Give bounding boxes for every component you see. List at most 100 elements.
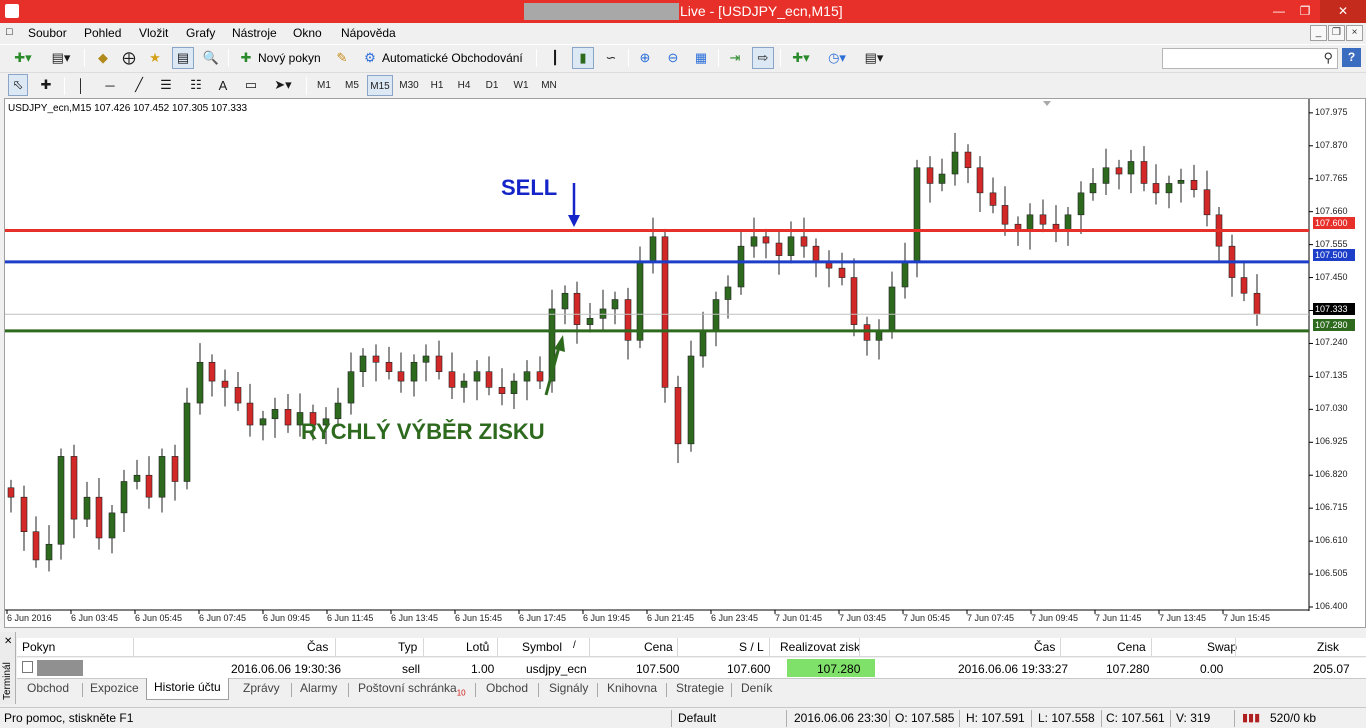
chart-window[interactable]: USDJPY_ecn,M15 107.426 107.452 107.305 1… <box>4 98 1366 628</box>
close-button[interactable]: ✕ <box>1320 0 1366 23</box>
tab-journal[interactable]: Deník <box>741 681 772 695</box>
search-input[interactable]: ⚲ <box>1162 48 1338 69</box>
help-button[interactable]: ? <box>1342 48 1361 67</box>
timeframe-m30[interactable]: M30 <box>396 75 422 96</box>
app-icon <box>5 4 19 18</box>
candle <box>573 292 581 325</box>
bar-chart-icon[interactable]: ┃ <box>544 47 566 69</box>
meta-editor-icon[interactable]: ✎ <box>332 47 352 69</box>
chart-menu-icon[interactable]: □ <box>6 26 13 38</box>
timeframe-w1[interactable]: W1 <box>508 75 534 96</box>
search-icon[interactable]: ⚲ <box>1323 50 1333 66</box>
tab-trade[interactable]: Obchod <box>27 681 69 695</box>
menu-charts[interactable]: Grafy <box>186 26 215 40</box>
tab-signals[interactable]: Signály <box>549 681 588 695</box>
navigator-icon[interactable]: ★ <box>144 47 166 69</box>
x-tick-label: 6 Jun 13:45 <box>391 613 439 623</box>
horizontal-line-icon[interactable]: ─ <box>98 74 122 96</box>
market-watch-icon[interactable]: ◆ <box>92 47 114 69</box>
mdi-close-button[interactable]: × <box>1346 25 1363 41</box>
col-close-time[interactable]: Čas <box>1034 640 1055 654</box>
col-open-time[interactable]: Čas <box>307 640 328 654</box>
tab-news[interactable]: Zprávy <box>243 681 280 695</box>
auto-trading-button[interactable]: Automatické Obchodování <box>382 47 523 69</box>
fibonacci-icon[interactable]: ☷ <box>184 74 208 96</box>
timeframe-mn[interactable]: MN <box>536 75 562 96</box>
new-order-button[interactable]: Nový pokyn <box>258 47 321 69</box>
col-ticket[interactable]: Pokyn <box>22 640 55 654</box>
zoom-in-icon[interactable]: ⊕ <box>634 47 656 69</box>
redacted-ticket <box>37 660 83 676</box>
timeframe-m5[interactable]: M5 <box>340 75 364 96</box>
menu-help[interactable]: Nápověda <box>341 26 396 40</box>
tab-account-history[interactable]: Historie účtu <box>146 678 229 700</box>
menu-file[interactable]: Soubor <box>28 26 67 40</box>
mdi-minimize-button[interactable]: _ <box>1310 25 1327 41</box>
col-lots[interactable]: Lotů <box>466 640 489 654</box>
auto-trading-icon[interactable]: ⚙ <box>360 47 380 69</box>
timeframe-m15[interactable]: M15 <box>367 75 393 96</box>
timeframe-m1[interactable]: M1 <box>312 75 336 96</box>
crosshair-icon[interactable]: ✚ <box>34 74 58 96</box>
candle <box>611 299 619 310</box>
tab-library[interactable]: Knihovna <box>607 681 657 695</box>
timeframe-d1[interactable]: D1 <box>480 75 504 96</box>
strategy-tester-icon[interactable]: 🔍 <box>200 47 222 69</box>
cell-sl: 107.600 <box>727 662 771 676</box>
timeframe-h4[interactable]: H4 <box>452 75 476 96</box>
tab-exposure[interactable]: Expozice <box>90 681 139 695</box>
table-row[interactable]: 2016.06.06 19:30:36 sell 1.00 usdjpy_ecn… <box>17 658 1366 678</box>
cursor-icon[interactable]: ⬁ <box>8 74 28 96</box>
chart-shift-icon[interactable]: ⇥ <box>724 47 746 69</box>
tab-strategies[interactable]: Strategie <box>676 681 724 695</box>
line-chart-icon[interactable]: ∽ <box>600 47 622 69</box>
templates-icon[interactable]: ▤▾ <box>858 47 890 69</box>
text-label-icon[interactable]: ▭ <box>240 74 262 96</box>
terminal-icon[interactable]: ▤ <box>172 47 194 69</box>
timeframe-h1[interactable]: H1 <box>425 75 449 96</box>
vertical-line-icon[interactable]: │ <box>70 74 92 96</box>
col-tp[interactable]: Realizovat zisk <box>780 640 860 654</box>
data-window-icon[interactable]: ⨁ <box>118 47 140 69</box>
menu-tools[interactable]: Nástroje <box>232 26 277 40</box>
candlestick-icon[interactable]: ▮ <box>572 47 594 69</box>
arrows-icon[interactable]: ➤▾ <box>268 74 298 96</box>
menu-window[interactable]: Okno <box>293 26 322 40</box>
periods-icon[interactable]: ◷▾ <box>822 47 852 69</box>
menu-insert[interactable]: Vložit <box>139 26 168 40</box>
y-tick-label: 107.240 <box>1315 337 1348 348</box>
profiles-icon[interactable]: ▤▾ <box>46 47 76 69</box>
new-order-icon[interactable]: ✚ <box>236 47 256 69</box>
auto-scroll-icon[interactable]: ⇨ <box>752 47 774 69</box>
candle <box>145 474 153 498</box>
new-chart-icon[interactable]: ✚▾ <box>8 47 38 69</box>
trendline-icon[interactable]: ╱ <box>128 74 150 96</box>
equidistant-channel-icon[interactable]: ☰ <box>154 74 178 96</box>
col-type[interactable]: Typ <box>398 640 417 654</box>
candle <box>485 371 493 388</box>
plot-area[interactable] <box>5 99 1309 611</box>
col-sl[interactable]: S / L <box>739 640 764 654</box>
maximize-button[interactable]: ❐ <box>1292 0 1318 23</box>
stop-loss-price-label: 107.600 <box>1313 217 1355 229</box>
tab-alerts[interactable]: Alarmy <box>300 681 337 695</box>
text-icon[interactable]: A <box>212 74 234 96</box>
zoom-out-icon[interactable]: ⊖ <box>662 47 684 69</box>
col-price[interactable]: Cena <box>644 640 673 654</box>
candle <box>271 409 279 420</box>
candle <box>473 371 481 382</box>
price-chart[interactable] <box>5 99 1365 627</box>
tab-mailbox[interactable]: Poštovní schránka10 <box>358 681 466 697</box>
minimize-button[interactable]: — <box>1266 0 1292 23</box>
col-profit[interactable]: Zisk <box>1317 640 1339 654</box>
menu-view[interactable]: Pohled <box>84 26 121 40</box>
mdi-restore-button[interactable]: ❐ <box>1328 25 1345 41</box>
tile-windows-icon[interactable]: ▦ <box>690 47 712 69</box>
col-close-price[interactable]: Cena <box>1117 640 1146 654</box>
col-swap[interactable]: Swap <box>1207 640 1237 654</box>
tab-market[interactable]: Obchod <box>486 681 528 695</box>
x-tick-label: 7 Jun 13:45 <box>1159 613 1207 623</box>
col-symbol[interactable]: Symbol <box>522 640 562 654</box>
indicators-icon[interactable]: ✚▾ <box>786 47 816 69</box>
terminal-close-icon[interactable]: ✕ <box>4 636 12 647</box>
